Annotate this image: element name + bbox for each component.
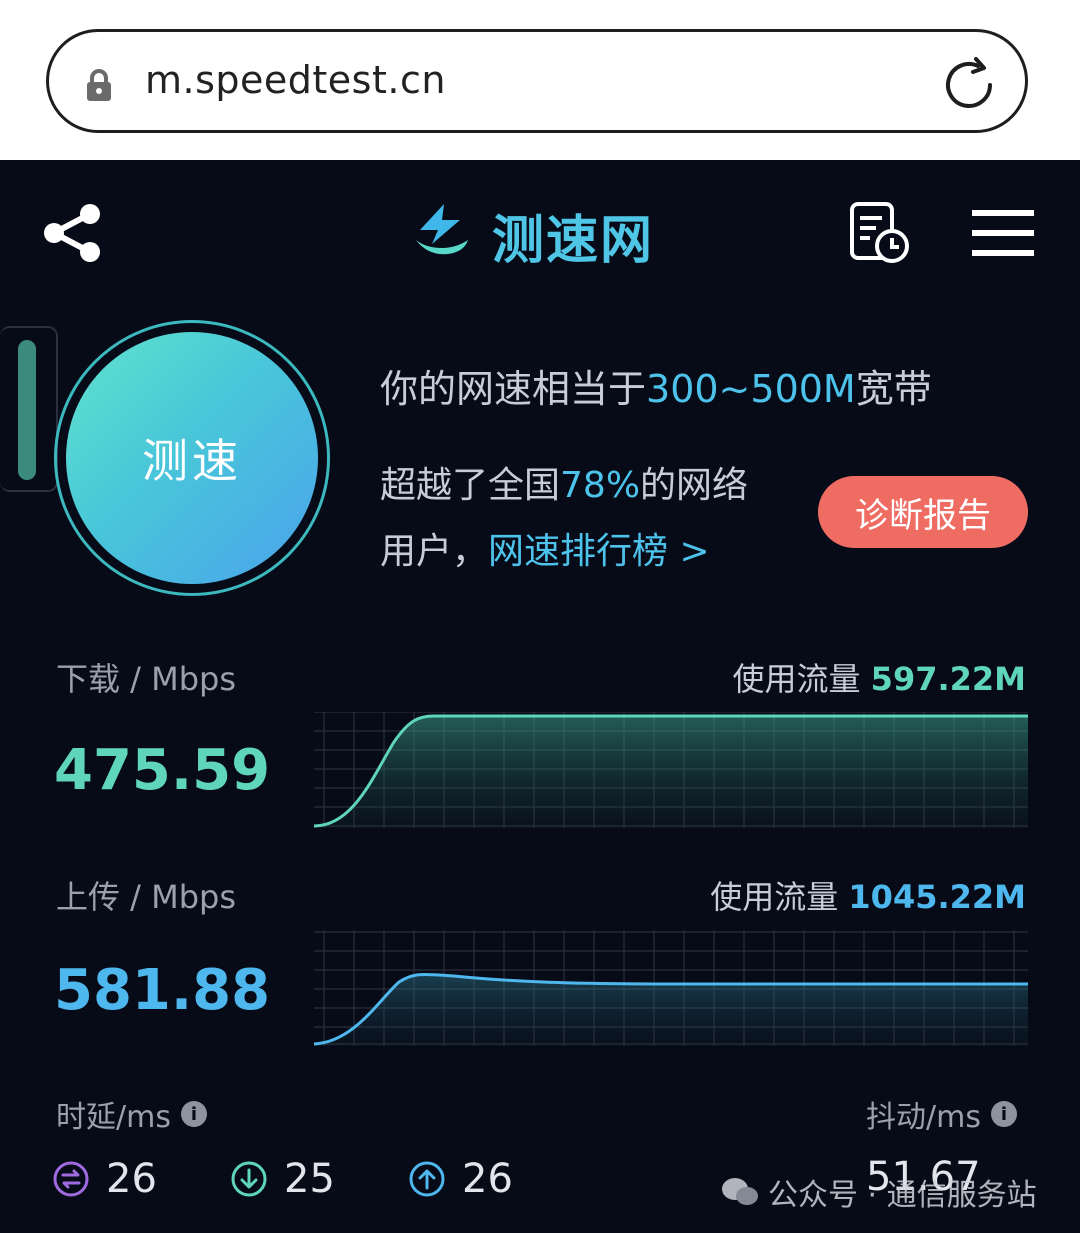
upload-speed-chart: [314, 930, 1028, 1046]
download-latency-value: 25: [284, 1156, 335, 1202]
menu-icon[interactable]: [970, 208, 1036, 258]
share-icon[interactable]: [40, 200, 106, 266]
upload-usage: 使用流量 1045.22M: [710, 878, 1026, 916]
upload-usage-value: 1045.22M: [848, 878, 1026, 916]
download-usage-value: 597.22M: [870, 660, 1026, 698]
reload-icon[interactable]: [940, 56, 998, 114]
brand-title: 测速网: [492, 211, 655, 271]
ranking-percent: 78%: [560, 465, 641, 506]
download-chart-area: [314, 716, 1028, 828]
watermark: 公众号 · 通信服务站: [720, 1170, 1037, 1214]
lock-icon: [87, 69, 111, 101]
download-usage: 使用流量 597.22M: [732, 660, 1026, 698]
download-latency-icon: [231, 1161, 267, 1197]
download-label: 下载 / Mbps: [56, 660, 237, 698]
jitter-label: 抖动/ms i: [866, 1092, 1017, 1136]
jitter-info-icon[interactable]: i: [990, 1101, 1017, 1127]
rank-list-link[interactable]: 网速排行榜 >: [488, 531, 710, 572]
url-text[interactable]: m.speedtest.cn: [145, 58, 446, 102]
idle-latency-icon: [53, 1161, 89, 1197]
speed-equivalent-text: 你的网速相当于300~500M宽带: [380, 367, 932, 411]
upload-speed-value: 581.88: [54, 958, 271, 1023]
wechat-icon: [722, 1178, 758, 1205]
side-drawer-handle[interactable]: [0, 326, 58, 492]
latency-info-icon[interactable]: i: [180, 1101, 207, 1127]
start-test-button[interactable]: 测速: [66, 332, 318, 584]
latency-upload: 26: [408, 1156, 513, 1202]
download-speed-value: 475.59: [54, 738, 271, 803]
ranking-text: 超越了全国78%的网络: [380, 465, 749, 506]
diagnose-report-button[interactable]: 诊断报告: [818, 476, 1028, 548]
download-speed-chart: [314, 712, 1028, 828]
latency-label: 时延/ms i: [56, 1092, 207, 1136]
ranking-text-cont: 用户，网速排行榜 >: [380, 531, 710, 572]
upload-label: 上传 / Mbps: [56, 878, 237, 916]
start-test-label: 测速: [142, 434, 242, 488]
upload-latency-icon: [409, 1161, 445, 1197]
latency-idle: 26: [52, 1156, 157, 1202]
upload-latency-value: 26: [462, 1156, 513, 1202]
history-report-icon[interactable]: [846, 200, 912, 266]
watermark-text: 公众号 · 通信服务站: [768, 1178, 1037, 1213]
idle-latency-value: 26: [106, 1156, 157, 1202]
latency-download: 25: [230, 1156, 335, 1202]
logo-icon: [416, 204, 468, 255]
bandwidth-range: 300~500M: [646, 367, 856, 411]
